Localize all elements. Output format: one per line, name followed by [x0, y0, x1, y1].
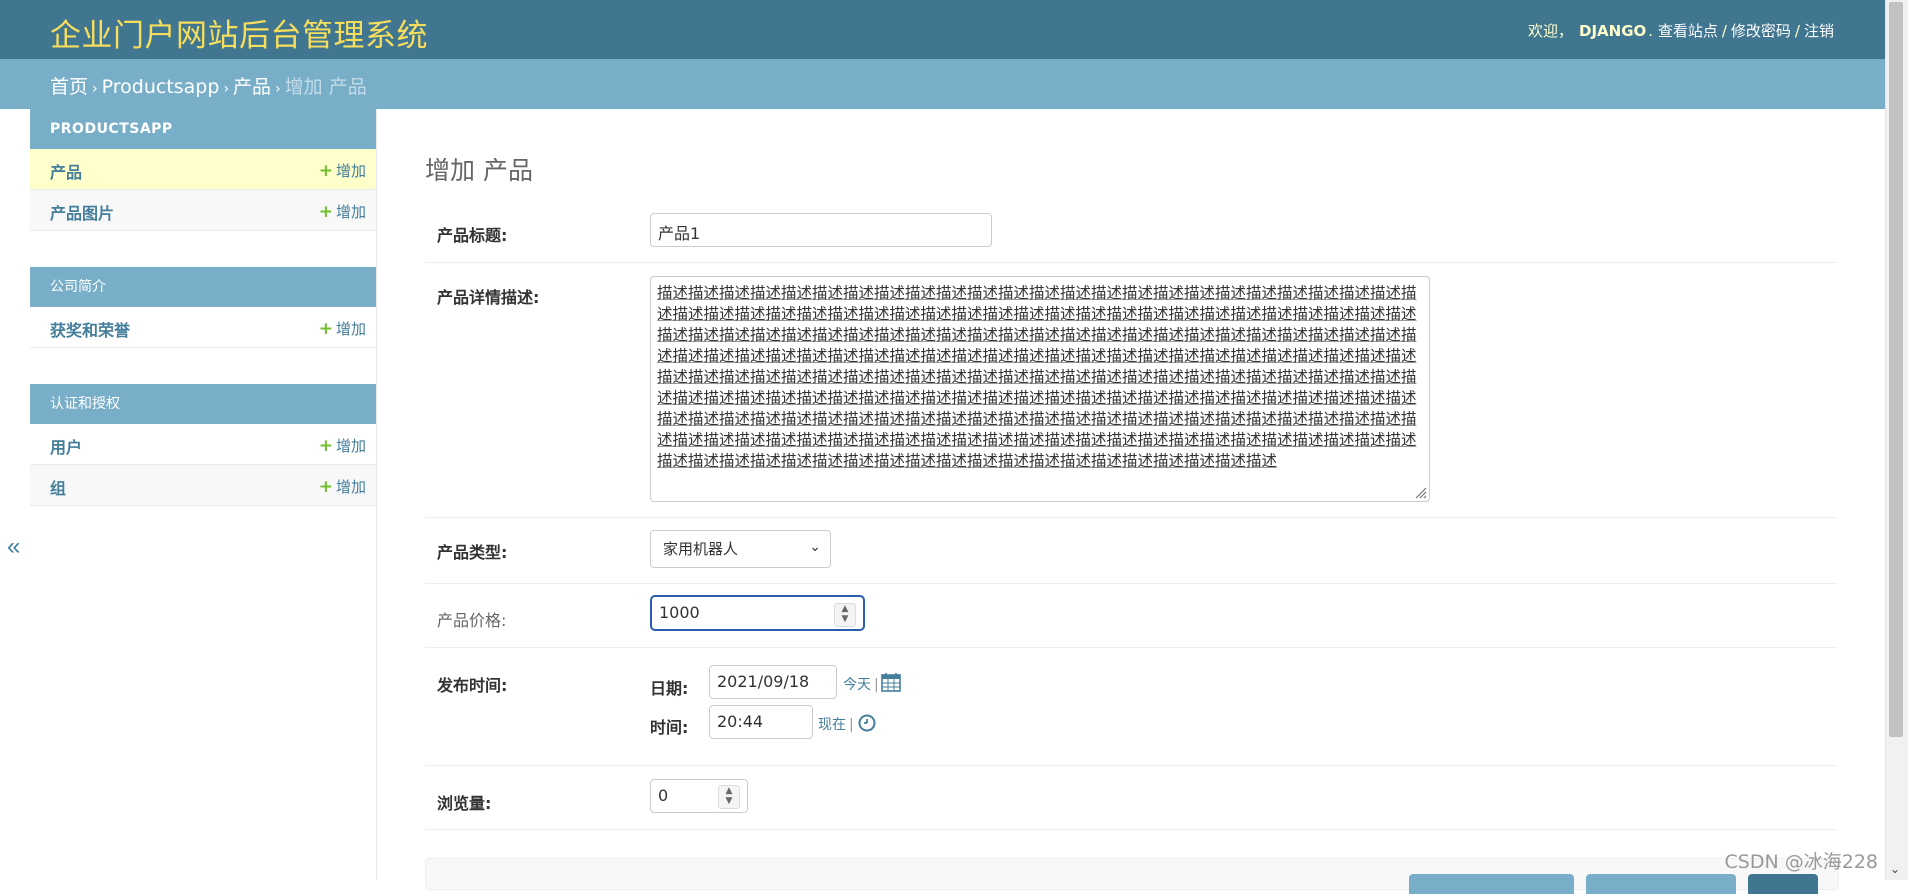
sidebar-item-product-images[interactable]: 产品图片 + 增加 — [30, 190, 376, 231]
sidebar-item-groups[interactable]: 组 + 增加 — [30, 465, 376, 506]
sidebar-item-label[interactable]: 用户 — [50, 434, 82, 458]
collapse-icon[interactable]: « — [7, 533, 20, 561]
publish-time-label: 发布时间: — [437, 676, 508, 695]
add-product-image-button[interactable]: + 增加 — [319, 201, 366, 222]
site-header: 企业门户网站后台管理系统 欢迎， DJANGO. 查看站点 / 修改密码 / 注销 — [0, 0, 1886, 59]
plus-icon: + — [318, 202, 333, 222]
description-text: 描述描述描述描述描述描述描述描述描述描述描述描述描述描述描述描述描述描述描述描述… — [657, 284, 1417, 470]
number-stepper[interactable]: ▲ ▼ — [718, 785, 740, 809]
save-and-add-another-button[interactable] — [1409, 874, 1574, 894]
type-label: 产品类型: — [437, 543, 508, 562]
date-label: 日期: — [650, 679, 689, 698]
separator: / — [1794, 22, 1800, 40]
description-textarea[interactable]: 描述描述描述描述描述描述描述描述描述描述描述描述描述描述描述描述描述描述描述描述… — [650, 276, 1430, 502]
views-value: 0 — [658, 786, 669, 805]
plus-icon: + — [318, 161, 333, 181]
form-row-price: 产品价格: 1000 ▲ ▼ — [425, 583, 1837, 648]
sidebar-item-label[interactable]: 获奖和荣誉 — [50, 317, 130, 341]
submit-row — [425, 858, 1839, 894]
form-row-type: 产品类型: 家用机器人 ⌄ — [425, 517, 1837, 584]
date-input[interactable]: 2021/09/18 — [709, 665, 837, 699]
view-site-link[interactable]: 查看站点 — [1658, 22, 1718, 40]
form-row-description: 产品详情描述: 描述描述描述描述描述描述描述描述描述描述描述描述描述描述描述描述… — [425, 262, 1837, 518]
views-label: 浏览量: — [437, 794, 492, 813]
breadcrumb-separator: › — [223, 81, 230, 97]
module-caption[interactable]: PRODUCTSAPP — [30, 109, 376, 149]
welcome-text: 欢迎， — [1527, 22, 1573, 40]
breadcrumb-model[interactable]: 产品 — [233, 76, 271, 98]
plus-icon: + — [318, 436, 333, 456]
sidebar-item-label[interactable]: 组 — [50, 475, 66, 499]
module-caption[interactable]: 认证和授权 — [30, 384, 376, 424]
type-selected-value: 家用机器人 — [663, 540, 739, 558]
change-password-link[interactable]: 修改密码 — [1731, 22, 1791, 40]
breadcrumb: 首页 › Productsapp › 产品 › 增加 产品 — [0, 59, 1886, 109]
save-button[interactable] — [1748, 874, 1818, 894]
logout-link[interactable]: 注销 — [1804, 22, 1834, 40]
breadcrumb-separator: › — [275, 81, 281, 97]
module-company: 公司简介 获奖和荣誉 + 增加 — [30, 267, 376, 348]
stepper-down-icon[interactable]: ▼ — [719, 796, 739, 806]
nav-sidebar: PRODUCTSAPP 产品 + 增加 产品图片 + 增加 公司简介 获奖和荣誉 +… — [30, 109, 377, 880]
date-shortcuts: 今天 | — [843, 677, 879, 693]
description-label: 产品详情描述: — [437, 288, 540, 307]
page-title: 增加 产品 — [425, 155, 533, 185]
title-input[interactable]: 产品1 — [650, 213, 992, 247]
add-group-button[interactable]: + 增加 — [319, 476, 366, 497]
breadcrumb-current: 增加 产品 — [284, 76, 367, 98]
form-row-title: 产品标题: 产品1 — [425, 204, 1837, 263]
breadcrumb-app[interactable]: Productsapp — [102, 76, 220, 98]
scroll-down-icon[interactable]: ⌄ — [1890, 862, 1900, 876]
module-auth: 认证和授权 用户 + 增加 组 + 增加 — [30, 384, 376, 506]
module-productsapp: PRODUCTSAPP 产品 + 增加 产品图片 + 增加 — [30, 109, 376, 231]
form-row-views: 浏览量: 0 ▲ ▼ — [425, 765, 1837, 830]
module-caption[interactable]: 公司简介 — [30, 267, 376, 307]
sidebar-item-users[interactable]: 用户 + 增加 — [30, 424, 376, 465]
breadcrumb-separator: › — [92, 81, 98, 97]
save-and-continue-button[interactable] — [1586, 874, 1736, 894]
time-input[interactable]: 20:44 — [709, 705, 813, 739]
price-input[interactable]: 1000 ▲ ▼ — [650, 595, 865, 631]
sidebar-item-label[interactable]: 产品图片 — [50, 200, 114, 224]
scrollbar-thumb[interactable] — [1889, 2, 1903, 737]
breadcrumb-home[interactable]: 首页 — [50, 76, 88, 98]
today-link[interactable]: 今天 — [843, 677, 871, 693]
price-value: 1000 — [659, 603, 700, 622]
add-user-button[interactable]: + 增加 — [319, 435, 366, 456]
stepper-down-icon[interactable]: ▼ — [835, 614, 855, 624]
plus-icon: + — [318, 319, 333, 339]
calendar-icon[interactable] — [881, 672, 901, 692]
add-product-button[interactable]: + 增加 — [319, 160, 366, 181]
type-select[interactable]: 家用机器人 ⌄ — [650, 530, 831, 568]
toggle-sidebar-button[interactable]: « — [0, 109, 31, 880]
site-title[interactable]: 企业门户网站后台管理系统 — [50, 10, 428, 55]
add-award-button[interactable]: + 增加 — [319, 318, 366, 339]
watermark: CSDN @冰海228 — [1724, 851, 1878, 873]
vertical-scrollbar[interactable]: ⌄ — [1885, 0, 1908, 880]
separator: / — [1721, 22, 1727, 40]
form-row-publish-time: 发布时间: 日期: 2021/09/18 今天 | 时间: 20:44 现在 | — [425, 647, 1837, 766]
time-shortcuts: 现在 | — [818, 717, 854, 733]
sidebar-item-label[interactable]: 产品 — [50, 159, 82, 183]
price-label: 产品价格: — [437, 611, 507, 630]
user-tools: 欢迎， DJANGO. 查看站点 / 修改密码 / 注销 — [1527, 22, 1834, 40]
chevron-down-icon: ⌄ — [809, 539, 821, 555]
stepper-up-icon[interactable]: ▲ — [719, 786, 739, 796]
views-input[interactable]: 0 ▲ ▼ — [650, 779, 748, 813]
sidebar-item-awards[interactable]: 获奖和荣誉 + 增加 — [30, 307, 376, 348]
username: DJANGO — [1579, 22, 1647, 40]
number-stepper[interactable]: ▲ ▼ — [834, 603, 856, 627]
sidebar-item-product[interactable]: 产品 + 增加 — [30, 149, 376, 190]
resize-handle-icon[interactable] — [1413, 485, 1427, 499]
stepper-up-icon[interactable]: ▲ — [835, 604, 855, 614]
clock-icon[interactable] — [858, 714, 876, 732]
now-link[interactable]: 现在 — [818, 717, 846, 733]
time-label: 时间: — [650, 718, 689, 737]
title-label: 产品标题: — [437, 226, 508, 245]
plus-icon: + — [318, 477, 333, 497]
